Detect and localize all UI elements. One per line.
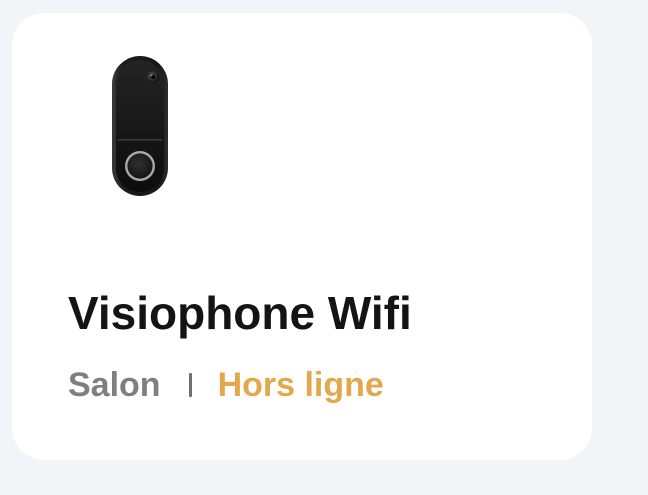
status-label: Hors ligne [217,365,384,404]
device-card[interactable]: Visiophone Wifi Salon Hors ligne [12,13,592,460]
room-label: Salon [68,365,161,404]
device-meta: Salon Hors ligne [68,365,384,405]
video-doorbell-icon [112,56,168,196]
meta-divider [188,373,192,397]
device-name: Visiophone Wifi [68,287,412,339]
